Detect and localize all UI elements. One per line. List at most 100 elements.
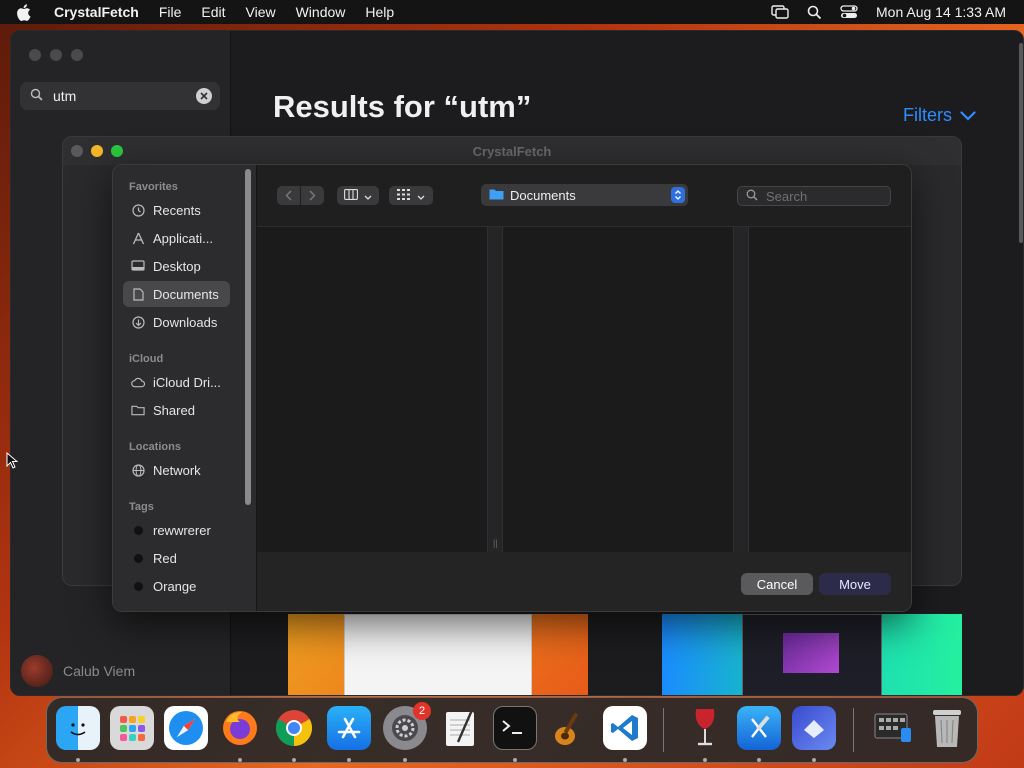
control-center-icon[interactable] bbox=[840, 5, 858, 19]
view-mode-button[interactable] bbox=[337, 186, 379, 205]
dialog-sidebar: Favorites Recents Applicati... Desktop D… bbox=[113, 165, 257, 611]
sidebar-item-label: rewwrerer bbox=[153, 522, 211, 538]
sidebar-item-tag-red[interactable]: Red bbox=[123, 545, 230, 571]
columns-view-icon bbox=[344, 187, 358, 205]
sidebar-item-label: Recents bbox=[153, 202, 201, 218]
screen-mirroring-icon[interactable] bbox=[771, 5, 789, 19]
group-by-button[interactable] bbox=[389, 186, 433, 205]
results-title: Results for “utm” bbox=[273, 89, 532, 124]
sidebar-item-tag-orange[interactable]: Orange bbox=[123, 573, 230, 599]
tag-dot-icon bbox=[131, 523, 145, 537]
shared-folder-icon bbox=[131, 403, 145, 417]
filters-button[interactable]: Filters bbox=[903, 105, 976, 126]
minimize-window-button[interactable] bbox=[50, 49, 62, 61]
sheet-title-bar: CrystalFetch bbox=[63, 137, 961, 165]
menu-window[interactable]: Window bbox=[296, 4, 346, 20]
firefox-icon[interactable] bbox=[218, 706, 262, 750]
wine-icon[interactable] bbox=[683, 706, 727, 750]
finder-icon[interactable] bbox=[56, 706, 100, 750]
textedit-icon[interactable] bbox=[439, 706, 483, 750]
location-label: Documents bbox=[510, 187, 576, 203]
downloads-stack-icon[interactable] bbox=[871, 706, 915, 750]
tag-dot-icon bbox=[131, 551, 145, 565]
search-placeholder: Search bbox=[766, 188, 808, 204]
close-window-button[interactable] bbox=[29, 49, 41, 61]
trash-icon[interactable] bbox=[925, 706, 969, 750]
user-account[interactable]: Calub Viem bbox=[21, 655, 135, 687]
download-icon bbox=[131, 315, 145, 329]
folder-icon bbox=[489, 188, 504, 203]
move-button[interactable]: Move bbox=[819, 573, 891, 595]
sidebar-item-downloads[interactable]: Downloads bbox=[123, 309, 230, 335]
user-name: Calub Viem bbox=[63, 663, 136, 679]
menu-file[interactable]: File bbox=[159, 4, 182, 20]
safari-icon[interactable] bbox=[164, 706, 208, 750]
dialog-footer: Cancel Move bbox=[257, 552, 911, 611]
sidebar-item-label: Desktop bbox=[153, 258, 201, 274]
utm-icon[interactable] bbox=[792, 706, 836, 750]
zoom-window-button[interactable] bbox=[111, 145, 123, 157]
sidebar-item-applications[interactable]: Applicati... bbox=[123, 225, 230, 251]
search-query-text: utm bbox=[53, 88, 77, 104]
close-window-button[interactable] bbox=[71, 145, 83, 157]
garageband-icon[interactable] bbox=[547, 706, 591, 750]
sidebar-item-shared[interactable]: Shared bbox=[123, 397, 230, 423]
result-thumbnail[interactable] bbox=[662, 614, 962, 695]
sidebar-item-network[interactable]: Network bbox=[123, 457, 230, 483]
sidebar-search-field[interactable]: utm bbox=[20, 82, 220, 110]
dialog-search-field[interactable]: Search bbox=[737, 186, 891, 206]
sidebar-item-label: Orange bbox=[153, 578, 197, 594]
sidebar-item-tag-rewwrerer[interactable]: rewwrerer bbox=[123, 517, 230, 543]
document-icon bbox=[131, 287, 145, 301]
zoom-window-button[interactable] bbox=[71, 49, 83, 61]
app-menu-name[interactable]: CrystalFetch bbox=[54, 4, 139, 20]
sidebar-item-label: Network bbox=[153, 462, 201, 478]
results-scrollbar[interactable] bbox=[1019, 43, 1023, 243]
sidebar-item-icloud-drive[interactable]: iCloud Dri... bbox=[123, 369, 230, 395]
menu-help[interactable]: Help bbox=[365, 4, 394, 20]
chevron-down-icon bbox=[960, 105, 976, 126]
cancel-button[interactable]: Cancel bbox=[741, 573, 813, 595]
app-store-icon[interactable] bbox=[327, 706, 371, 750]
back-button[interactable] bbox=[277, 186, 300, 205]
sidebar-section-icloud: iCloud bbox=[129, 353, 164, 365]
sidebar-item-desktop[interactable]: Desktop bbox=[123, 253, 230, 279]
menu-clock[interactable]: Mon Aug 14 1:33 AM bbox=[876, 4, 1006, 20]
sidebar-section-locations: Locations bbox=[129, 441, 181, 453]
column-resize-handle[interactable]: || bbox=[487, 227, 503, 552]
terminal-icon[interactable] bbox=[493, 706, 537, 750]
move-file-dialog: Favorites Recents Applicati... Desktop D… bbox=[112, 164, 912, 612]
search-icon bbox=[746, 189, 758, 204]
forward-button[interactable] bbox=[301, 186, 324, 205]
sidebar-item-label: Red bbox=[153, 550, 177, 566]
xcode-icon[interactable] bbox=[737, 706, 781, 750]
vscode-icon[interactable] bbox=[603, 706, 647, 750]
globe-icon bbox=[131, 463, 145, 477]
menu-view[interactable]: View bbox=[246, 4, 276, 20]
clock-icon bbox=[131, 203, 145, 217]
menu-bar: CrystalFetch File Edit View Window Help … bbox=[0, 0, 1024, 24]
sidebar-item-recents[interactable]: Recents bbox=[123, 197, 230, 223]
column-browser[interactable]: || bbox=[257, 227, 911, 552]
chevron-down-icon bbox=[417, 187, 425, 205]
column-resize-handle[interactable] bbox=[733, 227, 749, 552]
spotlight-search-icon[interactable] bbox=[807, 5, 822, 20]
dialog-toolbar: Documents Search bbox=[257, 165, 911, 227]
sidebar-item-label: Downloads bbox=[153, 314, 218, 330]
sidebar-item-documents[interactable]: Documents bbox=[123, 281, 230, 307]
sidebar-item-label: Documents bbox=[153, 286, 219, 302]
chrome-icon[interactable] bbox=[272, 706, 316, 750]
menu-edit[interactable]: Edit bbox=[201, 4, 225, 20]
clear-search-icon[interactable] bbox=[196, 88, 212, 104]
result-thumbnail[interactable] bbox=[288, 614, 588, 695]
filters-label: Filters bbox=[903, 105, 952, 125]
avatar bbox=[21, 655, 53, 687]
sidebar-scrollbar[interactable] bbox=[245, 169, 251, 505]
apple-menu-icon[interactable] bbox=[16, 3, 36, 21]
system-settings-icon[interactable]: 2 bbox=[383, 702, 431, 750]
sidebar-item-label: iCloud Dri... bbox=[153, 374, 221, 390]
minimize-window-button[interactable] bbox=[91, 145, 103, 157]
location-popup[interactable]: Documents bbox=[481, 184, 688, 206]
launchpad-icon[interactable] bbox=[110, 706, 154, 750]
sidebar-item-label: Applicati... bbox=[153, 230, 213, 246]
